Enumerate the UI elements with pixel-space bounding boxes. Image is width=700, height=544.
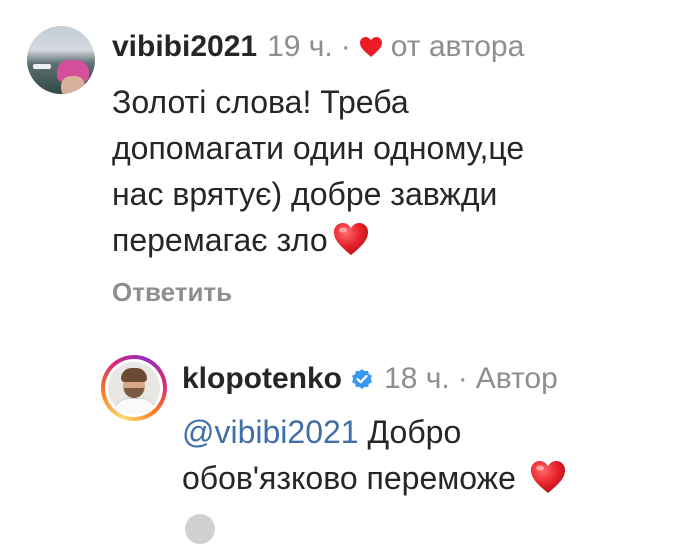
comment-line: перемагає зло <box>112 222 328 258</box>
comment-line: нас врятує) добре завжди <box>112 176 498 212</box>
reply-line: обов'язково переможе <box>182 455 567 501</box>
heart-icon <box>359 37 382 57</box>
comment-line: допомагати один одному,це <box>112 130 525 166</box>
comment-text: Золоті слова! Треба допомагати один одно… <box>112 79 524 263</box>
comment-line-last: перемагає зло <box>112 217 524 263</box>
reply-text-segment: обов'язково переможе <box>182 460 525 496</box>
avatar-detail <box>33 64 51 69</box>
comment-meta: vibibi2021 19 ч. · от автора <box>112 29 524 65</box>
avatar-detail <box>61 76 85 94</box>
avatar-klopotenko[interactable] <box>108 362 160 414</box>
verified-badge-icon <box>352 369 373 389</box>
mention-link[interactable]: @vibibi2021 <box>182 414 359 450</box>
reply-time: 18 ч. <box>384 362 450 395</box>
next-comment-avatar <box>185 514 215 544</box>
heart-emoji-icon <box>333 223 368 255</box>
reply-text: @vibibi2021 Добро обов'язково переможе <box>182 409 567 501</box>
comment-line: Золоті слова! Треба <box>112 84 409 120</box>
avatar-detail <box>124 388 144 398</box>
separator-dot: · <box>340 30 351 63</box>
avatar-vibibi2021[interactable] <box>27 26 95 94</box>
comment-time: 19 ч. <box>267 30 333 63</box>
liked-by-author-label: от автора <box>390 30 525 63</box>
reply-meta: klopotenko 18 ч. · Автор <box>182 361 558 397</box>
reply-text-segment: Добро <box>358 414 462 450</box>
author-label: Автор <box>475 362 558 395</box>
reply-button[interactable]: Ответить <box>112 275 232 309</box>
heart-emoji-icon <box>530 461 565 493</box>
avatar-detail <box>113 398 157 414</box>
reply-line: @vibibi2021 Добро <box>182 409 567 455</box>
comment-username[interactable]: vibibi2021 <box>112 29 257 65</box>
avatar-detail <box>121 368 147 382</box>
separator-dot: · <box>457 362 468 395</box>
reply-username[interactable]: klopotenko <box>182 361 342 397</box>
